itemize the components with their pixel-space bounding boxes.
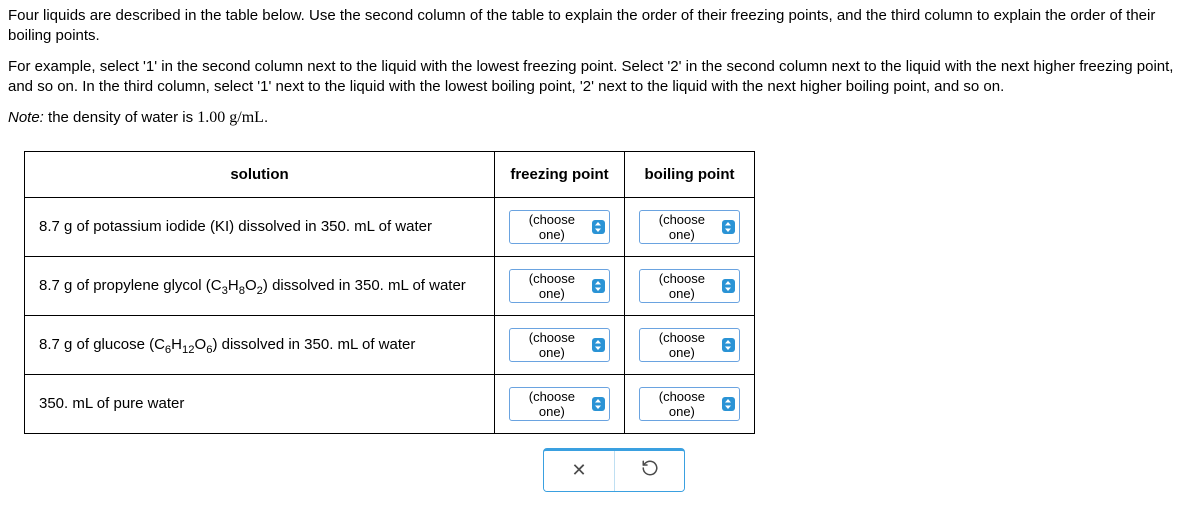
up-down-icon [722, 397, 735, 411]
close-icon: ✕ [571, 460, 586, 481]
up-down-icon [722, 279, 735, 293]
up-down-icon [592, 338, 605, 352]
water-density-value: 1.00 g/mL [197, 109, 264, 126]
solutions-table: solution freezing point boiling point 8.… [24, 151, 755, 434]
freezing-cell: (choose one) [495, 315, 625, 374]
header-solution: solution [25, 151, 495, 197]
solution-cell: 8.7 g of glucose (C6H12O6) dissolved in … [25, 315, 495, 374]
close-button[interactable]: ✕ [544, 451, 614, 491]
note-text: the density of water is [44, 109, 197, 126]
chooser-label: (choose one) [646, 271, 718, 301]
freezing-chooser[interactable]: (choose one) [509, 328, 610, 362]
header-freezing: freezing point [495, 151, 625, 197]
up-down-icon [592, 279, 605, 293]
freezing-chooser[interactable]: (choose one) [509, 387, 610, 421]
instruction-paragraph-1: Four liquids are described in the table … [8, 6, 1192, 47]
freezing-cell: (choose one) [495, 197, 625, 256]
boiling-chooser[interactable]: (choose one) [639, 210, 740, 244]
chooser-label: (choose one) [646, 389, 718, 419]
boiling-cell: (choose one) [625, 197, 755, 256]
up-down-icon [722, 338, 735, 352]
up-down-icon [592, 397, 605, 411]
boiling-chooser[interactable]: (choose one) [639, 269, 740, 303]
boiling-chooser[interactable]: (choose one) [639, 387, 740, 421]
boiling-cell: (choose one) [625, 256, 755, 315]
table-row: 350. mL of pure water (choose one) (choose… [25, 374, 755, 433]
boiling-chooser[interactable]: (choose one) [639, 328, 740, 362]
chooser-label: (choose one) [516, 330, 588, 360]
chooser-label: (choose one) [646, 212, 718, 242]
reset-button[interactable] [614, 451, 684, 491]
boiling-cell: (choose one) [625, 374, 755, 433]
chooser-label: (choose one) [516, 389, 588, 419]
note-paragraph: Note: the density of water is 1.00 g/mL. [8, 107, 1192, 129]
reset-icon [641, 459, 659, 482]
freezing-chooser[interactable]: (choose one) [509, 210, 610, 244]
solution-cell: 350. mL of pure water [25, 374, 495, 433]
header-boiling: boiling point [625, 151, 755, 197]
instructions-block: Four liquids are described in the table … [8, 6, 1192, 129]
instruction-paragraph-2: For example, select '1' in the second co… [8, 57, 1192, 98]
note-period: . [264, 109, 268, 126]
action-bar: ✕ [543, 448, 685, 492]
note-label: Note: [8, 109, 44, 126]
solution-cell: 8.7 g of potassium iodide (KI) dissolved… [25, 197, 495, 256]
solution-cell: 8.7 g of propylene glycol (C3H8O2) disso… [25, 256, 495, 315]
chooser-label: (choose one) [516, 271, 588, 301]
up-down-icon [592, 220, 605, 234]
table-row: 8.7 g of glucose (C6H12O6) dissolved in … [25, 315, 755, 374]
table-row: 8.7 g of propylene glycol (C3H8O2) disso… [25, 256, 755, 315]
boiling-cell: (choose one) [625, 315, 755, 374]
freezing-chooser[interactable]: (choose one) [509, 269, 610, 303]
freezing-cell: (choose one) [495, 374, 625, 433]
table-row: 8.7 g of potassium iodide (KI) dissolved… [25, 197, 755, 256]
chooser-label: (choose one) [646, 330, 718, 360]
freezing-cell: (choose one) [495, 256, 625, 315]
up-down-icon [722, 220, 735, 234]
chooser-label: (choose one) [516, 212, 588, 242]
